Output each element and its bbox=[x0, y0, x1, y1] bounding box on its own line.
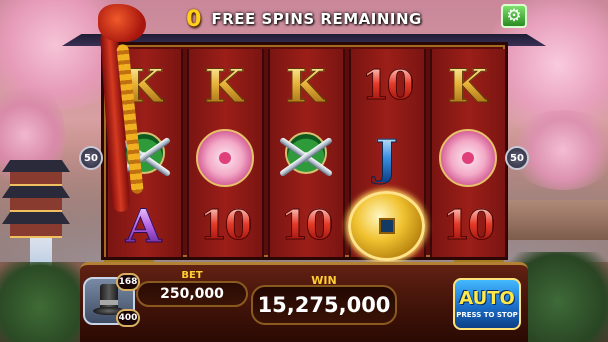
symbol-r4-row2: J bbox=[348, 124, 425, 192]
free-spins-count: 0 bbox=[186, 6, 202, 32]
bet-label: BET bbox=[181, 270, 203, 281]
auto-spin-button[interactable]: AUTO PRESS TO STOP bbox=[453, 278, 521, 330]
symbol-r4-row3 bbox=[348, 191, 425, 261]
crossed-swords-fan-symbol bbox=[273, 128, 339, 188]
settings-button[interactable]: ⚙ bbox=[501, 4, 527, 28]
bet-amount[interactable]: 250,000 bbox=[136, 281, 248, 307]
auto-label: AUTO bbox=[459, 287, 515, 309]
dragon-decoration bbox=[88, 4, 158, 214]
win-amount: 15,275,000 bbox=[251, 285, 397, 325]
symbol-k-glyph: K bbox=[204, 59, 245, 113]
auto-sublabel: PRESS TO STOP bbox=[456, 310, 518, 319]
symbol-r5-row3: 10 bbox=[429, 192, 506, 260]
symbol-r2-row1: K bbox=[186, 52, 263, 120]
gold-coin-symbol bbox=[348, 191, 425, 261]
symbol-r5-row2 bbox=[429, 124, 506, 192]
cherry-blossom-symbol bbox=[438, 129, 497, 187]
payline-count-right: 50 bbox=[505, 146, 529, 170]
free-spins-banner: 0 FREE SPINS REMAINING bbox=[108, 2, 500, 36]
payline-count-left: 50 bbox=[79, 146, 103, 170]
symbol-k-glyph: K bbox=[447, 59, 488, 113]
symbol-r3-row1: K bbox=[267, 52, 344, 120]
symbol-10-glyph: 10 bbox=[442, 202, 496, 249]
dragon-head bbox=[98, 4, 146, 42]
symbol-j-glyph: J bbox=[375, 130, 399, 186]
symbol-k-glyph: K bbox=[285, 59, 326, 113]
symbol-r5-row1: K bbox=[429, 52, 506, 120]
symbol-r3-row3: 10 bbox=[267, 192, 344, 260]
symbol-r4-row1: 10 bbox=[348, 52, 425, 120]
temple-wall bbox=[508, 200, 608, 240]
cherry-blossom-symbol bbox=[195, 129, 254, 187]
free-spins-label: FREE SPINS REMAINING bbox=[211, 10, 422, 28]
bonus-count-bottom: 400 bbox=[116, 309, 140, 327]
symbol-r2-row3: 10 bbox=[186, 192, 263, 260]
gear-icon: ⚙ bbox=[506, 5, 522, 26]
symbol-r3-row2 bbox=[267, 124, 344, 192]
symbol-10-glyph: 10 bbox=[199, 202, 253, 249]
symbol-10-glyph: 10 bbox=[361, 62, 415, 109]
symbol-10-glyph: 10 bbox=[280, 202, 334, 249]
symbol-r2-row2 bbox=[186, 124, 263, 192]
